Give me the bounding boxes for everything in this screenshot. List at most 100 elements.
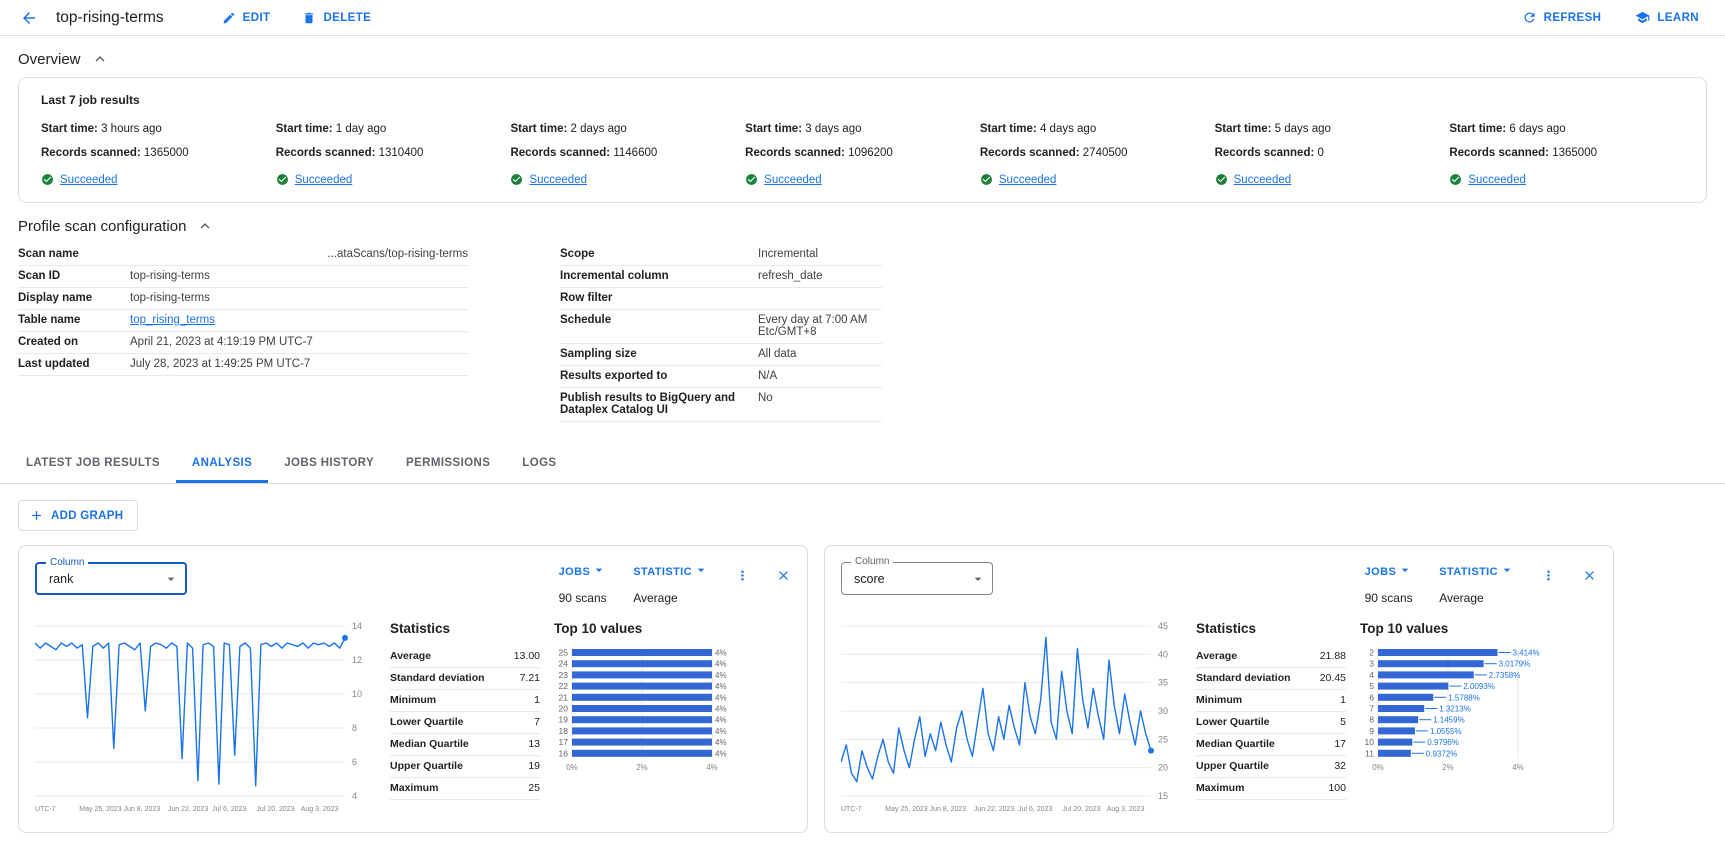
learn-button[interactable]: LEARN xyxy=(1635,10,1699,25)
more-options-button[interactable] xyxy=(735,568,750,583)
statistic-number: 13 xyxy=(528,738,540,750)
config-label: Table name xyxy=(18,310,130,332)
records-scanned-value: 1096200 xyxy=(848,147,893,159)
job-status-link[interactable]: Succeeded xyxy=(1234,174,1292,186)
trend-chart: 468101214UTC-7May 25, 2023Jun 8, 2023Jun… xyxy=(35,621,380,822)
check-circle-icon xyxy=(745,173,758,186)
svg-text:8: 8 xyxy=(1369,715,1374,725)
statistic-row: Maximum25 xyxy=(390,778,540,800)
svg-text:9: 9 xyxy=(1369,726,1374,736)
statistic-number: 19 xyxy=(528,760,540,772)
delete-button[interactable]: DELETE xyxy=(302,11,371,25)
statistic-label: Lower Quartile xyxy=(1196,716,1270,728)
svg-text:1.3213%: 1.3213% xyxy=(1439,705,1471,714)
caret-down-icon xyxy=(1499,562,1515,581)
svg-text:4%: 4% xyxy=(715,671,727,680)
config-label: Scope xyxy=(560,244,758,266)
top-values-panel: Top 10 values0%2%4%254%244%234%224%214%2… xyxy=(554,621,789,822)
job-status: Succeeded xyxy=(1449,173,1684,186)
svg-text:4%: 4% xyxy=(715,693,727,702)
delete-label: DELETE xyxy=(323,12,371,24)
job-status-link[interactable]: Succeeded xyxy=(529,174,587,186)
job-status: Succeeded xyxy=(276,173,511,186)
statistic-row: Average 13.00 xyxy=(390,646,540,668)
last-job-results-card: Last 7 job results Start time: 3 hours a… xyxy=(18,77,1707,203)
statistic-number: 21.88 xyxy=(1320,650,1346,662)
config-value xyxy=(758,288,882,310)
add-graph-button[interactable]: ADD GRAPH xyxy=(18,500,138,531)
svg-text:Aug 3, 2023: Aug 3, 2023 xyxy=(301,806,339,813)
config-label: Display name xyxy=(18,288,130,310)
jobs-dropdown-label: JOBS xyxy=(1365,566,1397,578)
job-status-link[interactable]: Succeeded xyxy=(764,174,822,186)
svg-text:Aug 3, 2023: Aug 3, 2023 xyxy=(1107,806,1145,813)
dropdown-arrow-icon xyxy=(970,571,986,587)
config-label: Created on xyxy=(18,332,130,354)
job-result-column: Start time: 3 days agoRecords scanned: 1… xyxy=(745,123,980,186)
job-status-link[interactable]: Succeeded xyxy=(60,174,118,186)
svg-text:0%: 0% xyxy=(566,763,578,772)
statistic-row: Maximum100 xyxy=(1196,778,1346,800)
start-time-label: Start time: xyxy=(980,123,1040,135)
job-status-link[interactable]: Succeeded xyxy=(295,174,353,186)
statistic-row: Minimum1 xyxy=(390,690,540,712)
svg-text:Jul 20, 2023: Jul 20, 2023 xyxy=(256,806,294,813)
svg-text:UTC-7: UTC-7 xyxy=(35,806,56,813)
trend-line-chart-svg: 468101214UTC-7May 25, 2023Jun 8, 2023Jun… xyxy=(35,621,380,819)
statistic-dropdown-label: STATISTIC xyxy=(633,566,692,578)
statistic-number: 7.21 xyxy=(520,672,540,684)
svg-text:1.0555%: 1.0555% xyxy=(1430,727,1462,736)
column-select[interactable]: Columnrank xyxy=(35,562,187,595)
svg-text:4%: 4% xyxy=(715,649,727,658)
svg-text:17: 17 xyxy=(559,737,569,747)
job-result-column: Start time: 5 days agoRecords scanned: 0… xyxy=(1215,123,1450,186)
close-graph-button[interactable] xyxy=(776,568,791,583)
svg-text:4: 4 xyxy=(1369,670,1374,680)
statistic-label: Average xyxy=(390,650,431,662)
statistic-label: Median Quartile xyxy=(390,738,469,750)
config-value: top-rising-terms xyxy=(130,266,468,288)
table-name-link[interactable]: top_rising_terms xyxy=(130,314,215,326)
jobs-dropdown[interactable]: JOBS xyxy=(1365,562,1414,581)
close-graph-button[interactable] xyxy=(1582,568,1597,583)
job-status: Succeeded xyxy=(510,173,745,186)
job-status-link[interactable]: Succeeded xyxy=(999,174,1057,186)
tab-permissions[interactable]: PERMISSIONS xyxy=(390,444,506,483)
statistic-dropdown[interactable]: STATISTIC xyxy=(1439,562,1515,581)
config-collapse-icon[interactable] xyxy=(196,217,214,235)
overview-collapse-icon[interactable] xyxy=(91,50,109,68)
overview-section-header: Overview xyxy=(18,50,1707,68)
back-button[interactable] xyxy=(16,5,42,31)
tab-jobs-history[interactable]: JOBS HISTORY xyxy=(268,444,390,483)
column-select[interactable]: Columnscore xyxy=(841,562,993,595)
caret-down-icon xyxy=(591,562,607,581)
config-value: Incremental xyxy=(758,244,882,266)
svg-text:20: 20 xyxy=(559,704,569,714)
statistics-title: Statistics xyxy=(390,621,540,636)
config-section-header: Profile scan configuration xyxy=(18,217,1707,235)
svg-text:19: 19 xyxy=(559,715,569,725)
graph-cards: ColumnrankJOBS90 scansSTATISTICAverage46… xyxy=(18,545,1707,833)
more-options-button[interactable] xyxy=(1541,568,1556,583)
refresh-button[interactable]: REFRESH xyxy=(1522,10,1602,25)
column-select-label: Column xyxy=(851,556,893,567)
tab-logs[interactable]: LOGS xyxy=(506,444,572,483)
start-time-label: Start time: xyxy=(41,123,101,135)
start-time-value: 6 days ago xyxy=(1509,123,1565,135)
top-values-title: Top 10 values xyxy=(1360,621,1595,636)
edit-button[interactable]: EDIT xyxy=(222,11,271,25)
jobs-dropdown[interactable]: JOBS xyxy=(559,562,608,581)
svg-text:6: 6 xyxy=(1369,692,1374,702)
tab-analysis[interactable]: ANALYSIS xyxy=(176,444,268,483)
learn-label: LEARN xyxy=(1657,12,1699,24)
analysis-graph-card-rank: ColumnrankJOBS90 scansSTATISTICAverage46… xyxy=(18,545,808,833)
tab-latest-job-results[interactable]: LATEST JOB RESULTS xyxy=(10,444,176,483)
statistic-dropdown-label: STATISTIC xyxy=(1439,566,1498,578)
job-status-link[interactable]: Succeeded xyxy=(1468,174,1526,186)
config-table-right: ScopeIncrementalIncremental columnrefres… xyxy=(560,244,882,422)
statistic-dropdown[interactable]: STATISTIC xyxy=(633,562,709,581)
start-time-value: 2 days ago xyxy=(571,123,627,135)
svg-text:4%: 4% xyxy=(706,763,718,772)
statistic-number: 100 xyxy=(1328,782,1346,794)
statistic-number: 13.00 xyxy=(514,650,540,662)
